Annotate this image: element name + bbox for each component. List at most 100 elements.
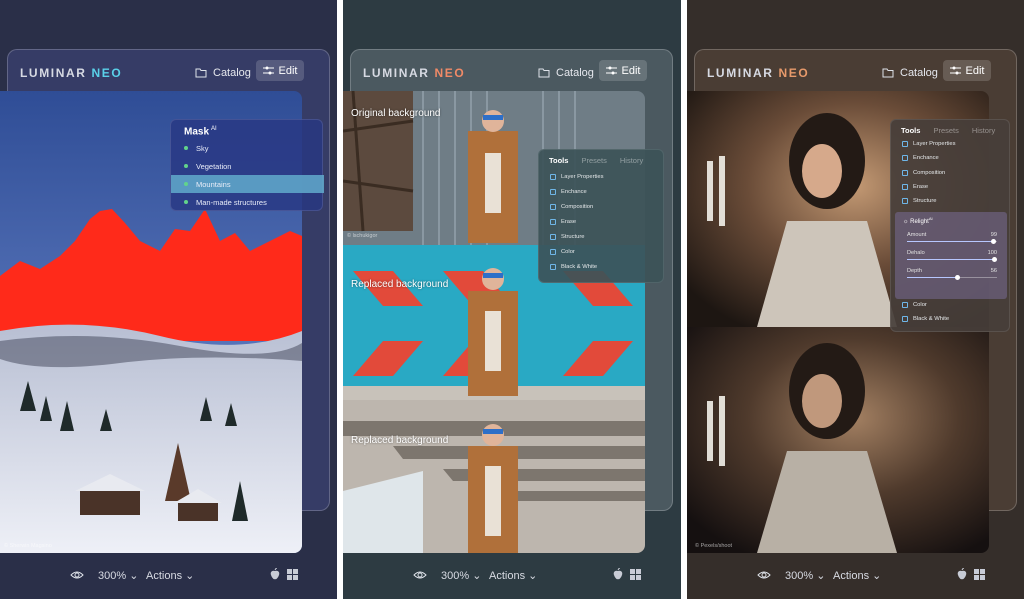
tools-panel: Tools Presets History Layer Properties E…	[890, 119, 1010, 332]
tab-tools[interactable]: Tools	[901, 126, 920, 135]
status-dot	[184, 146, 188, 150]
slider-depth[interactable]: Depth 56	[907, 268, 997, 280]
actions-dropdown[interactable]: Actions ⌄	[146, 569, 194, 582]
apple-icon	[957, 568, 967, 580]
os-icons	[270, 568, 298, 580]
eye-icon[interactable]	[757, 570, 771, 580]
tab-history[interactable]: History	[620, 156, 643, 165]
photo-credit: © Pexels/shoot	[695, 543, 733, 549]
actions-dropdown[interactable]: Actions ⌄	[489, 569, 537, 582]
tool-layer-properties[interactable]: Layer Properties	[550, 174, 604, 180]
tool-structure[interactable]: Structure	[902, 198, 937, 204]
windows-icon	[630, 568, 641, 580]
slider-amount[interactable]: Amount 99	[907, 232, 997, 244]
sliders-icon	[262, 66, 274, 75]
chevron-down-icon: ⌄	[185, 570, 195, 582]
status-dot	[184, 182, 188, 186]
tool-erase[interactable]: Erase	[902, 184, 928, 190]
catalog-button[interactable]: Catalog	[882, 63, 938, 83]
catalog-button[interactable]: Catalog	[538, 63, 594, 83]
slider-knob[interactable]	[955, 275, 960, 280]
tool-black-white[interactable]: Black & White	[902, 316, 949, 322]
edit-button[interactable]: Edit	[599, 60, 647, 81]
label-replaced-background: Replaced background	[351, 435, 449, 446]
catalog-label: Catalog	[213, 67, 251, 79]
chevron-down-icon: ⌄	[129, 570, 139, 582]
tool-structure[interactable]: Structure	[550, 234, 585, 240]
bottom-bar: 300% ⌄ Actions ⌄	[687, 566, 1024, 586]
tool-enchance[interactable]: Enchance	[902, 155, 939, 161]
structure-icon	[902, 198, 908, 204]
bottom-bar: 300% ⌄ Actions ⌄	[343, 566, 681, 586]
bw-icon	[550, 264, 556, 270]
slider-knob[interactable]	[991, 239, 996, 244]
slider-knob[interactable]	[992, 257, 997, 262]
folder-icon	[538, 68, 550, 78]
photo-credit: © lschukigor	[347, 233, 378, 239]
tab-presets[interactable]: Presets	[581, 156, 606, 165]
tabs: Tools Presets History	[549, 156, 643, 165]
tool-black-white[interactable]: Black & White	[550, 264, 597, 270]
edit-label: Edit	[278, 64, 298, 77]
eye-icon[interactable]	[70, 570, 84, 580]
tool-color[interactable]: Color	[902, 302, 927, 308]
slider-dehalo[interactable]: Dehalo 100	[907, 250, 997, 262]
eraser-icon	[902, 184, 908, 190]
sliders-icon	[605, 66, 617, 75]
label-original-background: Original background	[351, 108, 441, 119]
os-icons	[957, 568, 985, 580]
mask-item-vegetation[interactable]: Vegetation	[171, 157, 324, 175]
windows-icon	[287, 568, 298, 580]
app-logo: LUMINAR NEO	[20, 66, 123, 80]
mask-item-man-made[interactable]: Man-made structures	[171, 193, 324, 211]
tool-color[interactable]: Color	[550, 249, 575, 255]
eye-icon[interactable]	[413, 570, 427, 580]
structure-icon	[550, 234, 556, 240]
tab-presets[interactable]: Presets	[933, 126, 958, 135]
tool-erase[interactable]: Erase	[550, 219, 576, 225]
tools-panel: Tools Presets History Layer Properties E…	[538, 149, 664, 283]
panel-mask-ai: LUMINAR NEO Catalog Edit © Sherwin Magsi…	[0, 0, 337, 599]
folder-icon	[195, 68, 207, 78]
app-logo: LUMINAR NEO	[707, 66, 810, 80]
crop-icon	[902, 170, 908, 176]
edit-button[interactable]: Edit	[256, 60, 304, 81]
folder-icon	[882, 68, 894, 78]
enhance-icon	[902, 155, 908, 161]
apple-icon	[613, 568, 623, 580]
tab-tools[interactable]: Tools	[549, 156, 568, 165]
catalog-button[interactable]: Catalog	[195, 63, 251, 83]
tool-composition[interactable]: Composition	[902, 170, 945, 176]
zoom-dropdown[interactable]: 300% ⌄	[441, 569, 481, 582]
zoom-dropdown[interactable]: 300% ⌄	[785, 569, 825, 582]
layers-icon	[902, 141, 908, 147]
bw-icon	[902, 316, 908, 322]
catalog-label: Catalog	[556, 67, 594, 79]
edit-button[interactable]: Edit	[943, 60, 991, 81]
status-dot	[184, 164, 188, 168]
panel-relight-ai: LUMINAR NEO Catalog Edit © Pexels/shoot …	[687, 0, 1024, 599]
tool-enchance[interactable]: Enchance	[550, 189, 587, 195]
sliders-icon	[949, 66, 961, 75]
os-icons	[613, 568, 641, 580]
panel-background-replace: LUMINAR NEO Catalog Edit Original backgr…	[343, 0, 681, 599]
mask-title: Mask AI	[184, 126, 217, 138]
relight-section[interactable]: ☼ RelightAI Amount 99 Dehalo 100 Depth 56	[895, 212, 1007, 299]
tool-composition[interactable]: Composition	[550, 204, 593, 210]
relight-title: ☼ RelightAI	[903, 216, 933, 225]
app-logo: LUMINAR NEO	[363, 66, 466, 80]
mask-item-sky[interactable]: Sky	[171, 139, 324, 157]
zoom-dropdown[interactable]: 300% ⌄	[98, 569, 138, 582]
photo-credit: © Sherwin Magsino	[4, 543, 52, 549]
color-icon	[902, 302, 908, 308]
chevron-down-icon: ⌄	[816, 570, 826, 582]
label-replaced-background: Replaced background	[351, 279, 449, 290]
tool-layer-properties[interactable]: Layer Properties	[902, 141, 956, 147]
tab-history[interactable]: History	[972, 126, 995, 135]
actions-dropdown[interactable]: Actions ⌄	[833, 569, 881, 582]
crop-icon	[550, 204, 556, 210]
edit-label: Edit	[965, 64, 985, 77]
catalog-label: Catalog	[900, 67, 938, 79]
mask-item-mountains[interactable]: Mountains	[171, 175, 324, 193]
edit-label: Edit	[621, 64, 641, 77]
